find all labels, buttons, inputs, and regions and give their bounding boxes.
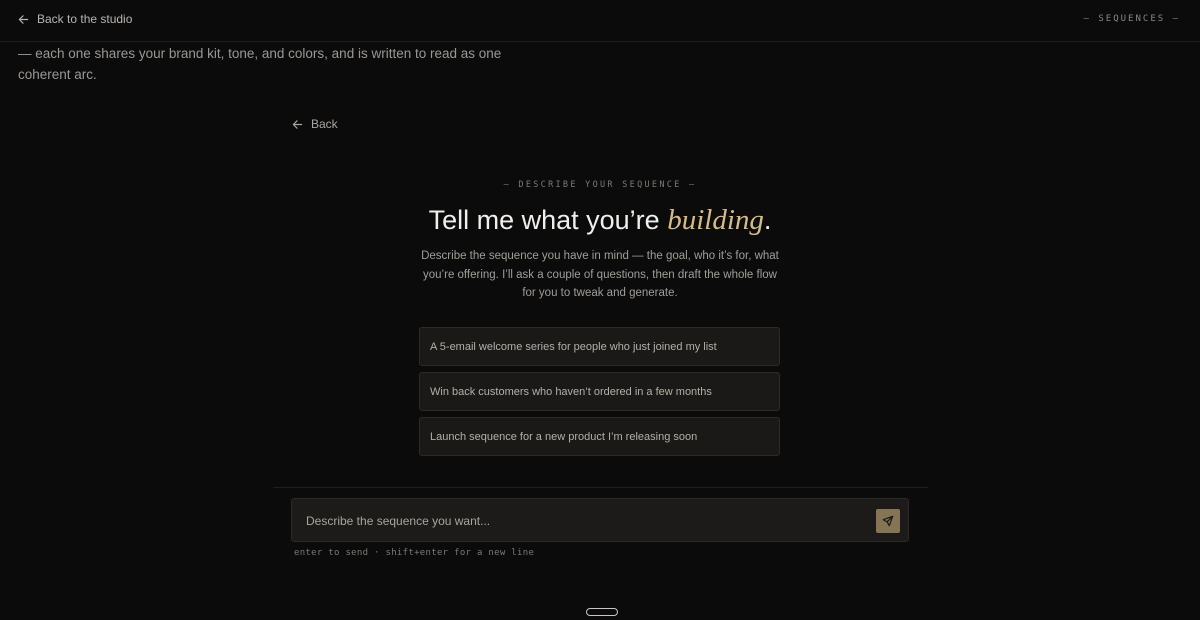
headline-accent: building: [667, 204, 764, 236]
suggestion-chip[interactable]: Launch sequence for a new product I’m re…: [419, 417, 780, 456]
scroll-handle[interactable]: [586, 608, 618, 616]
section-label: — SEQUENCES —: [1083, 14, 1180, 24]
back-to-studio-link[interactable]: Back to the studio: [18, 12, 132, 26]
page-title: Tell me what you’re building.: [0, 204, 1200, 237]
headline-suffix: .: [763, 205, 772, 235]
keyboard-hint: enter to send · shift+enter for a new li…: [294, 548, 535, 558]
sequence-description-input[interactable]: [306, 511, 866, 531]
arrow-left-icon: [292, 119, 303, 129]
suggestion-list: A 5-email welcome series for people who …: [419, 327, 780, 462]
arrow-left-icon: [18, 14, 29, 24]
divider: [273, 487, 928, 488]
back-to-studio-label: Back to the studio: [37, 12, 133, 26]
back-label: Back: [311, 117, 338, 131]
back-button[interactable]: Back: [292, 117, 338, 131]
top-bar: Back to the studio — SEQUENCES —: [0, 0, 1200, 42]
page-subtitle: Describe the sequence you have in mind —…: [421, 250, 779, 299]
send-button[interactable]: [876, 509, 900, 533]
background-intro-text: — each one shares your brand kit, tone, …: [18, 46, 502, 82]
suggestion-chip[interactable]: Win back customers who haven’t ordered i…: [419, 372, 780, 411]
eyebrow-label: — DESCRIBE YOUR SEQUENCE —: [503, 180, 697, 190]
headline-prefix: Tell me what you’re: [428, 205, 668, 235]
send-icon: [882, 515, 894, 527]
suggestion-chip[interactable]: A 5-email welcome series for people who …: [419, 327, 780, 366]
composer: [291, 498, 909, 542]
